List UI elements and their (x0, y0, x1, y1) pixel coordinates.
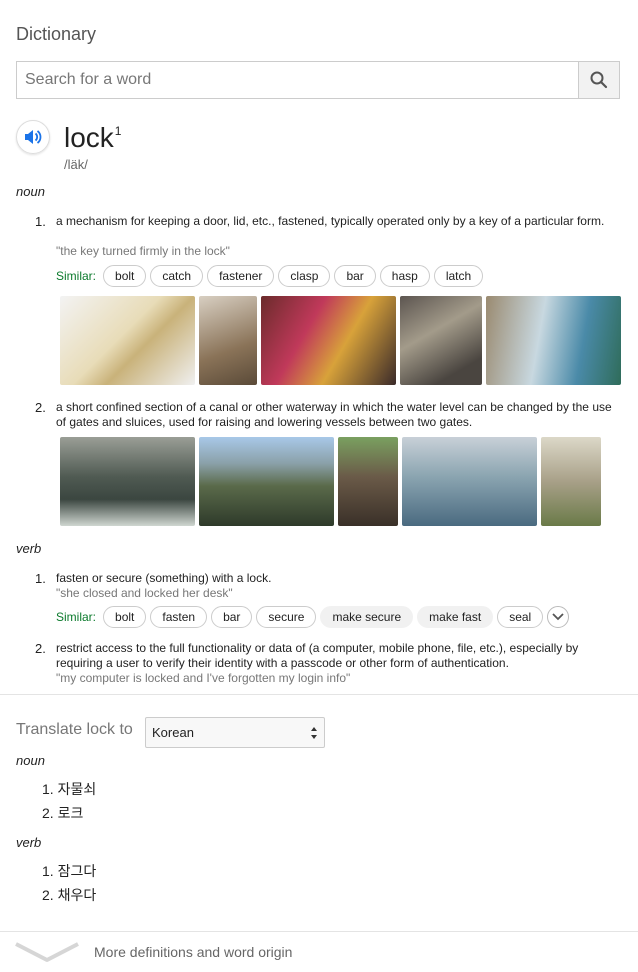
expand-similar-button[interactable] (547, 606, 570, 628)
translation-number: 1. (42, 781, 54, 797)
image-canal-lock[interactable] (402, 437, 537, 526)
image-canal-lock[interactable] (60, 437, 195, 526)
image-love-locks[interactable] (400, 296, 482, 385)
similar-row: Similar: bolt catch fastener clasp bar h… (56, 264, 487, 288)
chevron-down-icon (552, 613, 564, 621)
similar-row: Similar: bolt fasten bar secure make sec… (56, 605, 570, 629)
similar-chip[interactable]: bar (334, 265, 376, 287)
translation-number: 1. (42, 863, 54, 879)
translation-text: 자물쇠 (57, 781, 97, 797)
sense-number: 2. (35, 400, 46, 415)
similar-chip[interactable]: bolt (103, 265, 147, 287)
similar-chip[interactable]: bolt (103, 606, 147, 628)
image-padlock[interactable] (199, 296, 257, 385)
translation-text: 로크 (57, 805, 84, 821)
divider (0, 931, 638, 932)
search-box (16, 61, 620, 99)
speaker-icon (25, 130, 42, 144)
translation-number: 2. (42, 887, 54, 903)
translate-pos-verb: verb (16, 835, 42, 850)
definition: fasten or secure (something) with a lock… (56, 571, 272, 585)
example: "my computer is locked and I've forgotte… (56, 671, 351, 685)
similar-chip[interactable]: catch (150, 265, 204, 287)
select-arrows-icon (311, 727, 317, 739)
headword-text: lock (64, 122, 114, 153)
definition: a mechanism for keeping a door, lid, etc… (56, 214, 605, 228)
translation-item: 1. 잠그다 (42, 861, 96, 881)
more-definitions-link[interactable]: More definitions and word origin (94, 944, 292, 960)
pos-noun: noun (16, 184, 45, 199)
image-padlock[interactable] (60, 296, 195, 385)
homograph-number: 1 (114, 123, 122, 138)
similar-chip[interactable]: fastener (207, 265, 275, 287)
translation-item: 2. 채우다 (42, 885, 96, 905)
translation-text: 채우다 (57, 887, 97, 903)
image-canal-lock[interactable] (541, 437, 601, 526)
similar-chip[interactable]: clasp (278, 265, 331, 287)
similar-chip[interactable]: hasp (379, 265, 430, 287)
definition: a short confined section of a canal or o… (56, 400, 612, 429)
similar-chip[interactable]: latch (433, 265, 484, 287)
search-input[interactable] (17, 62, 578, 98)
pronounce-button[interactable] (16, 120, 50, 154)
similar-chip[interactable]: seal (497, 606, 544, 628)
similar-chip[interactable]: fasten (150, 606, 208, 628)
image-love-locks[interactable] (261, 296, 396, 385)
search-button[interactable] (578, 62, 619, 98)
definition: restrict access to the full functionalit… (56, 641, 579, 670)
sense-number: 2. (35, 641, 46, 656)
headword: lock1 (64, 122, 121, 154)
chevron-down-icon[interactable] (14, 940, 80, 964)
sense-number: 1. (35, 571, 46, 586)
sense-number: 1. (35, 214, 46, 229)
similar-chip[interactable]: make secure (320, 606, 414, 628)
image-padlock[interactable] (486, 296, 621, 385)
translation-item: 1. 자물쇠 (42, 779, 96, 799)
example: "the key turned firmly in the lock" (56, 244, 230, 258)
pos-verb: verb (16, 541, 42, 556)
similar-label: Similar: (56, 610, 97, 624)
translation-number: 2. (42, 805, 54, 821)
translate-pos-noun: noun (16, 753, 45, 768)
language-value: Korean (152, 725, 194, 740)
translation-text: 잠그다 (57, 863, 97, 879)
translate-label: Translate lock to (16, 721, 133, 738)
search-icon (590, 71, 608, 89)
similar-label: Similar: (56, 269, 97, 283)
image-strip-canal (60, 437, 601, 526)
similar-chip[interactable]: secure (256, 606, 317, 628)
similar-chip[interactable]: bar (211, 606, 253, 628)
example: "she closed and locked her desk" (56, 586, 233, 600)
divider (0, 694, 638, 695)
translation-item: 2. 로크 (42, 803, 83, 823)
app-title: Dictionary (16, 24, 97, 44)
similar-chip[interactable]: make fast (417, 606, 494, 628)
language-select[interactable]: Korean (145, 717, 325, 748)
image-canal-lock[interactable] (338, 437, 398, 526)
phonetic: /läk/ (64, 157, 88, 172)
image-strip-lock (60, 296, 621, 385)
image-canal-lock[interactable] (199, 437, 334, 526)
